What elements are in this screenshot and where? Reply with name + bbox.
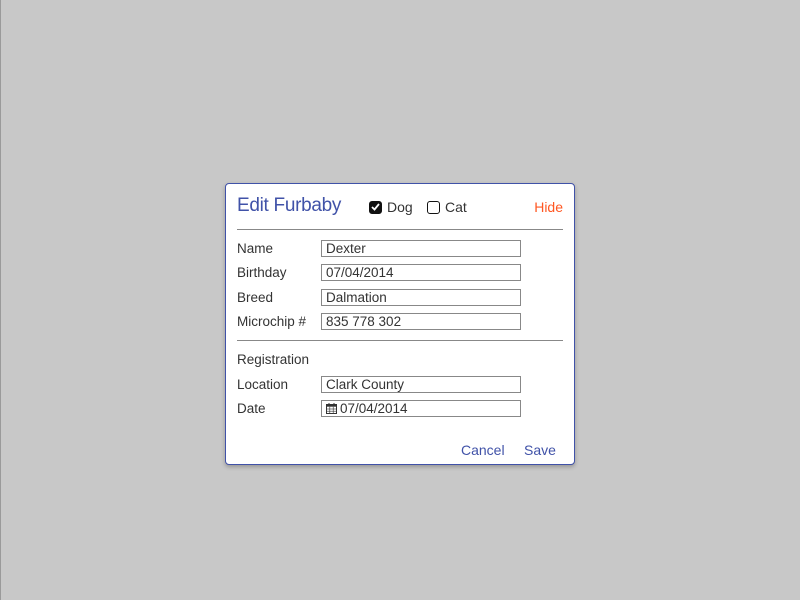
- name-label: Name: [237, 241, 274, 256]
- edit-furbaby-dialog: Edit Furbaby Dog Cat Hide Name Dexter Bi…: [225, 183, 575, 465]
- name-row: Name Dexter: [237, 240, 557, 258]
- breed-row: Breed Dalmation: [237, 289, 557, 307]
- date-input[interactable]: 07/04/2014: [321, 400, 521, 417]
- checkbox-checked-icon: [369, 200, 382, 214]
- calendar-icon: [326, 403, 337, 414]
- location-value: Clark County: [326, 377, 405, 392]
- date-label: Date: [237, 401, 266, 416]
- date-value: 07/04/2014: [340, 401, 408, 416]
- dog-checkbox-label: Dog: [387, 199, 413, 215]
- date-row: Date 07/04/2014: [237, 400, 557, 418]
- location-row: Location Clark County: [237, 376, 557, 394]
- birthday-row: Birthday 07/04/2014: [237, 264, 557, 282]
- breed-input[interactable]: Dalmation: [321, 289, 521, 306]
- cancel-button[interactable]: Cancel: [461, 442, 505, 458]
- checkbox-unchecked-icon: [427, 200, 440, 214]
- breed-value: Dalmation: [326, 290, 387, 305]
- cat-checkbox-label: Cat: [445, 199, 467, 215]
- microchip-label: Microchip #: [237, 314, 307, 329]
- dialog-title: Edit Furbaby: [237, 195, 342, 216]
- name-value: Dexter: [326, 241, 366, 256]
- breed-label: Breed: [237, 290, 274, 305]
- cat-checkbox[interactable]: Cat: [427, 199, 467, 215]
- name-input[interactable]: Dexter: [321, 240, 521, 257]
- birthday-label: Birthday: [237, 265, 287, 280]
- save-button[interactable]: Save: [524, 442, 556, 458]
- dog-checkbox[interactable]: Dog: [369, 199, 413, 215]
- location-input[interactable]: Clark County: [321, 376, 521, 393]
- registration-heading: Registration: [237, 352, 310, 367]
- header-divider: [237, 229, 563, 230]
- section-divider: [237, 340, 563, 341]
- microchip-input[interactable]: 835 778 302: [321, 313, 521, 330]
- birthday-input[interactable]: 07/04/2014: [321, 264, 521, 281]
- hide-link[interactable]: Hide: [534, 199, 563, 215]
- page-edge: [0, 0, 1, 600]
- location-label: Location: [237, 377, 289, 392]
- microchip-row: Microchip # 835 778 302: [237, 313, 557, 331]
- birthday-value: 07/04/2014: [326, 265, 394, 280]
- microchip-value: 835 778 302: [326, 314, 402, 329]
